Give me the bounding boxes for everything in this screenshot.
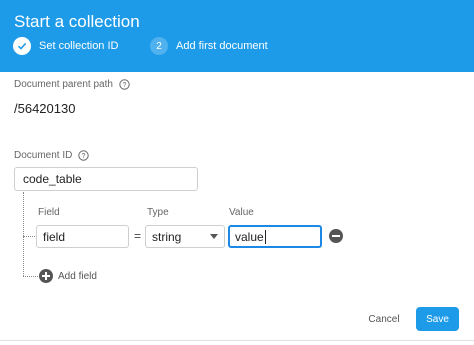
help-icon[interactable]: ? <box>119 79 130 90</box>
value-input[interactable]: value <box>228 225 322 248</box>
document-id-label: Document ID ? <box>14 150 90 161</box>
add-field-label: Add field <box>58 270 97 282</box>
tree-branch <box>23 236 35 237</box>
type-select-value: string <box>152 229 182 244</box>
field-name-text: field <box>43 229 66 244</box>
divider <box>0 340 474 341</box>
parent-path-label: Document parent path ? <box>14 79 130 90</box>
cancel-button[interactable]: Cancel <box>363 309 405 329</box>
dialog-header: Start a collection Set collection ID 2 A… <box>0 0 474 72</box>
parent-path-label-text: Document parent path <box>14 79 113 90</box>
add-circle-icon <box>39 269 53 283</box>
value-input-text: value <box>235 229 264 244</box>
save-button[interactable]: Save <box>416 307 459 331</box>
help-icon[interactable]: ? <box>78 150 90 161</box>
parent-path-value: /56420130 <box>14 101 76 116</box>
remove-field-icon[interactable] <box>329 229 343 243</box>
field-column-label: Field <box>38 207 60 218</box>
type-select[interactable]: string <box>145 225 225 248</box>
svg-text:?: ? <box>82 153 86 160</box>
tree-branch <box>23 276 38 277</box>
step-number: 2 <box>150 37 168 55</box>
text-caret <box>264 229 266 244</box>
tree-connector <box>23 192 24 276</box>
value-column-label: Value <box>229 207 254 218</box>
dialog-title: Start a collection <box>14 12 140 31</box>
step-add-first-document: 2 Add first document <box>150 36 268 56</box>
field-name-input[interactable]: field <box>36 225 129 248</box>
check-icon <box>13 37 31 55</box>
step-set-collection-id: Set collection ID <box>13 36 118 56</box>
type-column-label: Type <box>147 207 169 218</box>
equals-sign: = <box>134 229 142 243</box>
step-label: Set collection ID <box>39 40 119 52</box>
step-label: Add first document <box>176 40 268 52</box>
add-field-button[interactable]: Add field <box>39 269 97 283</box>
chevron-down-icon <box>210 234 218 239</box>
document-id-label-text: Document ID <box>14 150 73 161</box>
document-id-input[interactable] <box>14 167 198 191</box>
svg-text:?: ? <box>123 82 127 89</box>
